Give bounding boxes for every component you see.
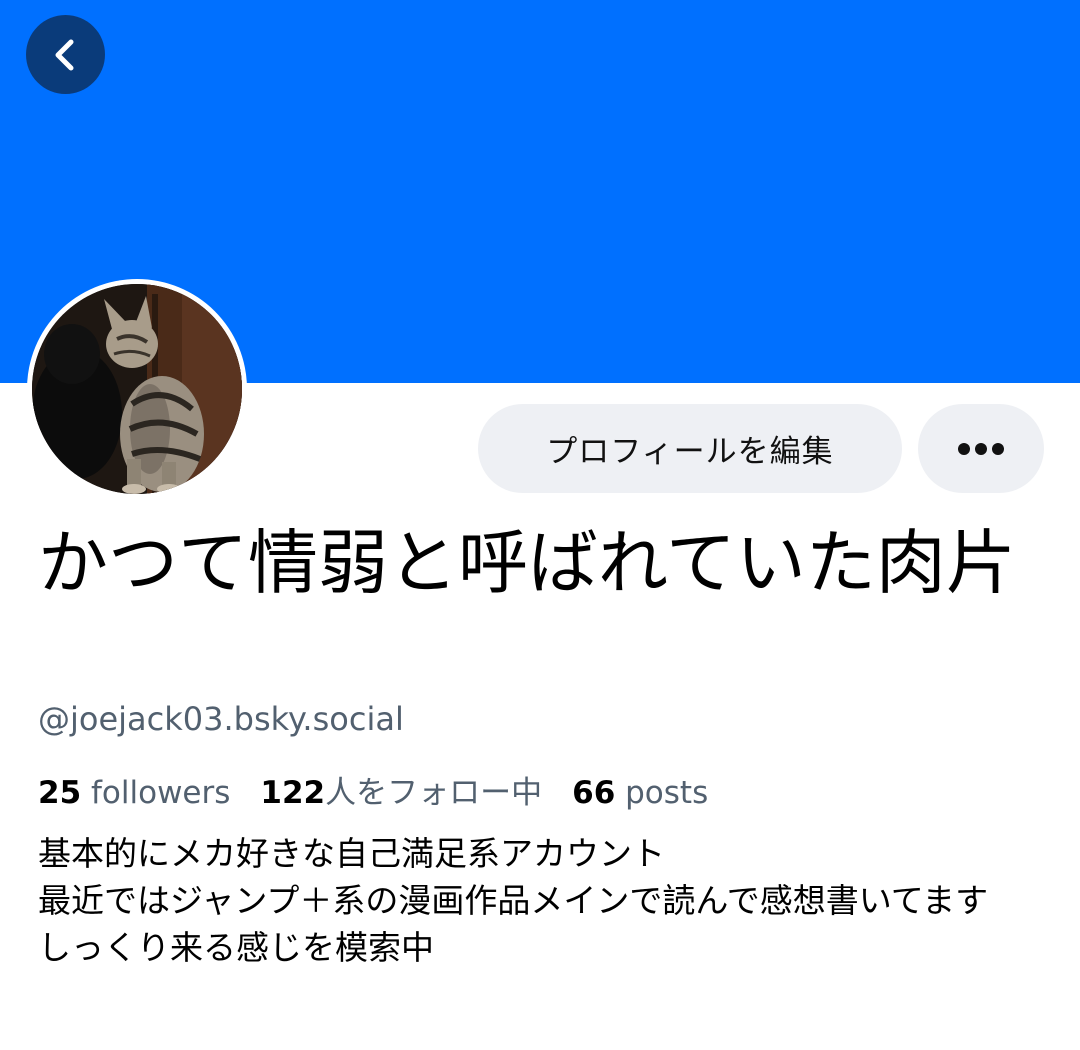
profile-stats: 25 followers 122人をフォロー中 66 posts xyxy=(38,767,738,812)
bio-line: しっくり来る感じを模索中 xyxy=(38,928,434,967)
ellipsis-icon xyxy=(958,442,1004,455)
more-options-button[interactable] xyxy=(918,404,1044,493)
chevron-left-icon xyxy=(55,39,73,70)
back-button[interactable] xyxy=(26,15,105,94)
avatar-image xyxy=(32,284,242,494)
posts-label: posts xyxy=(625,775,709,811)
following-label: 人をフォロー中 xyxy=(325,775,543,811)
bio-line: 最近ではジャンプ＋系の漫画作品メインで読んで感想書いてます xyxy=(38,881,989,920)
bio-line: 基本的にメカ好きな自己満足系アカウント xyxy=(38,834,665,873)
edit-profile-button[interactable]: プロフィールを編集 xyxy=(478,404,902,493)
following-stat[interactable]: 122人をフォロー中 xyxy=(260,767,542,812)
profile-page: プロフィールを編集 かつて情弱と呼ばれていた肉片 @joejack03.bsky… xyxy=(0,0,1080,1050)
display-name: かつて情弱と呼ばれていた肉片 xyxy=(38,522,1016,604)
followers-count: 25 xyxy=(38,775,82,811)
followers-label: followers xyxy=(91,775,231,811)
avatar[interactable] xyxy=(27,279,247,499)
posts-stat: 66 posts xyxy=(572,775,708,811)
followers-stat[interactable]: 25 followers xyxy=(38,775,230,811)
user-handle: @joejack03.bsky.social xyxy=(38,700,404,738)
following-count: 122 xyxy=(260,775,326,811)
profile-bio: 基本的にメカ好きな自己満足系アカウント 最近ではジャンプ＋系の漫画作品メインで読… xyxy=(38,830,1048,971)
posts-count: 66 xyxy=(572,775,616,811)
edit-profile-label: プロフィールを編集 xyxy=(546,434,834,470)
